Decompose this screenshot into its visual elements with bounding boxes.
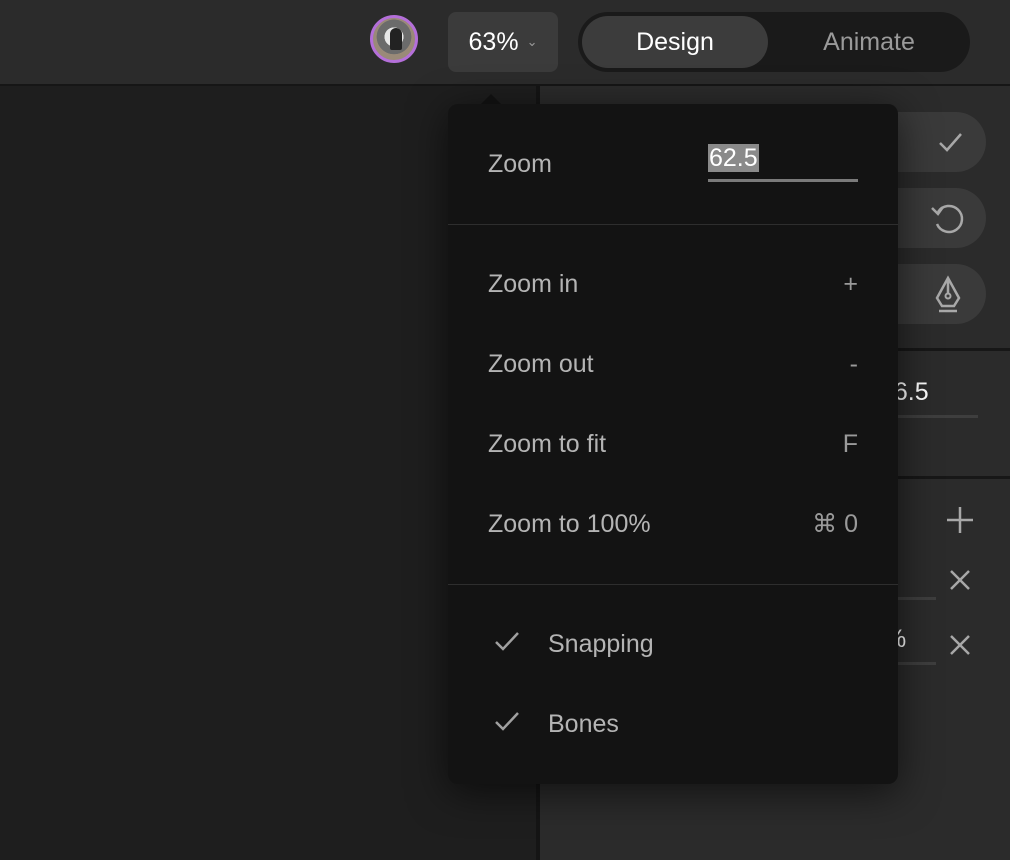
menu-item-bones[interactable]: Bones [448,694,898,754]
zoom-level-label: 63% [468,27,519,56]
plus-icon[interactable] [940,500,980,540]
menu-item-zoom-out[interactable]: Zoom out - [448,334,898,394]
menu-separator [448,224,898,225]
menu-item-label: Zoom to 100% [488,509,651,538]
shortcut-label: F [842,429,858,458]
menu-item-zoom-in[interactable]: Zoom in + [448,254,898,314]
zoom-menu-popup: Zoom 62.5 Zoom in + Zoom out - Zoom to f… [448,104,898,784]
menu-item-label: Snapping [548,629,654,658]
zoom-dropdown-button[interactable]: 63% ⌄ [448,12,558,72]
zoom-value-text: 62.5 [708,144,759,172]
user-avatar[interactable] [370,15,418,63]
menu-item-label: Zoom to fit [488,429,607,458]
design-mode-tab[interactable]: Design [582,16,768,68]
top-toolbar: 63% ⌄ Design Animate [0,0,1010,86]
close-icon[interactable] [940,560,980,600]
zoom-value-input[interactable]: 62.5 [708,144,858,182]
menu-item-zoom-100[interactable]: Zoom to 100% ⌘ 0 [448,494,898,554]
rotate-icon[interactable] [928,198,968,238]
shortcut-label: - [849,349,858,378]
check-icon [492,706,522,743]
check-icon[interactable] [930,122,970,162]
popup-arrow [481,94,501,104]
shortcut-label: + [843,269,858,298]
menu-item-snapping[interactable]: Snapping [448,614,898,674]
check-icon [492,626,522,663]
shortcut-label: ⌘ 0 [812,510,858,538]
mode-toggle: Design Animate [578,12,970,72]
menu-item-label: Bones [548,709,619,738]
menu-separator [448,584,898,585]
animate-mode-tab[interactable]: Animate [776,16,962,68]
pen-tool-icon[interactable] [928,274,968,314]
menu-item-label: Zoom out [488,349,594,378]
menu-item-label: Zoom in [488,269,579,298]
chevron-down-icon: ⌄ [526,34,538,49]
close-icon[interactable] [940,625,980,665]
zoom-field-label: Zoom [488,150,552,178]
menu-item-zoom-to-fit[interactable]: Zoom to fit F [448,414,898,474]
